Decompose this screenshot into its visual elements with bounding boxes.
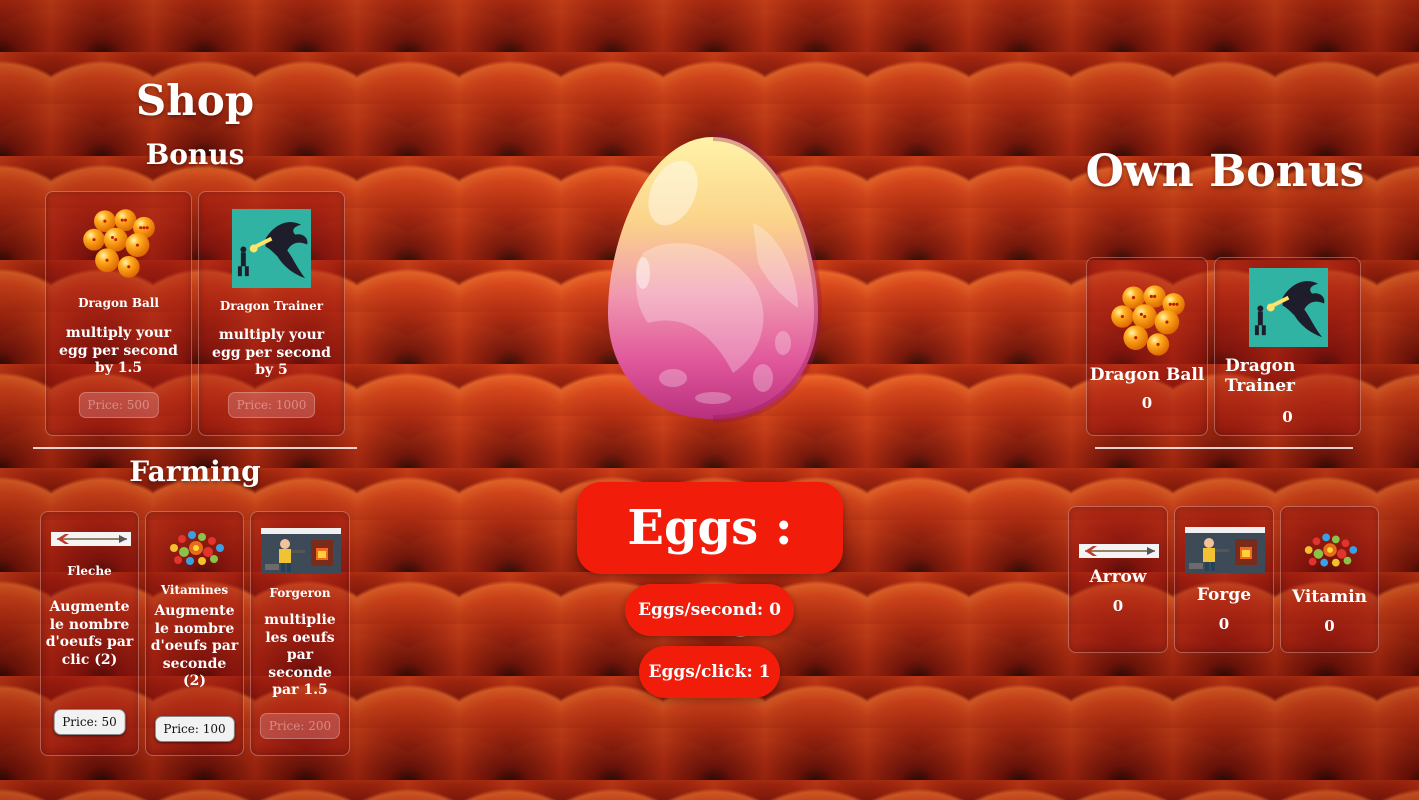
shop-item-name: Fleche	[67, 564, 112, 578]
shop-title: Shop	[135, 76, 255, 125]
shop-item-name: Dragon Ball	[78, 296, 159, 310]
buy-fleche-button[interactable]: Price: 50	[53, 709, 126, 735]
shop-item-name: Forgeron	[269, 586, 331, 600]
shop-item-description: Augmente le nombre d'oeufs par seconde (…	[150, 603, 239, 689]
own-card-vitamin: Vitamin 0	[1280, 506, 1379, 653]
shop-card-fleche[interactable]: Fleche Augmente le nombre d'oeufs par cl…	[40, 511, 139, 756]
own-item-count: 0	[1112, 597, 1124, 615]
buy-vitamines-button[interactable]: Price: 100	[154, 716, 235, 742]
own-card-dragon-trainer: Dragon Trainer 0	[1214, 257, 1361, 436]
own-item-count: 0	[1218, 615, 1230, 633]
bonus-heading: Bonus	[145, 138, 245, 171]
own-card-dragon-ball: Dragon Ball 0	[1086, 257, 1208, 436]
shop-item-name: Dragon Trainer	[219, 299, 324, 313]
dragon-ball-icon	[1111, 285, 1185, 356]
arrow-icon	[1079, 544, 1159, 558]
own-item-count: 0	[1282, 408, 1293, 426]
buy-forgeron-button[interactable]: Price: 200	[259, 713, 341, 739]
eggs-counter: Eggs : 119	[577, 482, 843, 648]
eggs-per-second: Eggs/second: 0	[625, 584, 794, 636]
farming-heading: Farming	[129, 455, 261, 488]
own-divider	[1095, 447, 1353, 449]
arrow-icon	[51, 532, 131, 546]
shop-divider	[33, 447, 357, 449]
own-bonus-title: Own Bonus	[1085, 146, 1365, 197]
shop-card-dragon-trainer[interactable]: Dragon Trainer multiply your egg per sec…	[198, 191, 345, 436]
own-item-name: Dragon Ball	[1089, 365, 1205, 385]
dragon-trainer-icon	[232, 209, 311, 288]
own-card-forge: Forge 0	[1174, 506, 1274, 653]
dragon-trainer-icon	[1249, 268, 1328, 347]
shop-item-description: Augmente le nombre d'oeufs par clic (2)	[45, 599, 134, 668]
shop-card-dragon-ball[interactable]: Dragon Ball multiply your egg per second…	[45, 191, 192, 436]
own-item-name: Arrow	[1089, 567, 1147, 587]
dragon-ball-icon	[83, 209, 155, 278]
own-item-name: Forge	[1196, 585, 1252, 605]
shop-item-description: multiplie les oeufs par seconde par 1.5	[264, 612, 336, 698]
own-item-count: 0	[1324, 617, 1335, 635]
buy-dragon-trainer-button[interactable]: Price: 1000	[227, 392, 316, 418]
dragon-egg-icon[interactable]	[603, 133, 823, 423]
own-item-name: Dragon Trainer	[1225, 356, 1296, 396]
vitamins-icon	[1304, 533, 1358, 567]
shop-item-description: multiply your egg per second by 1.5	[59, 325, 178, 376]
own-card-arrow: Arrow 0	[1068, 506, 1168, 653]
own-item-count: 0	[1141, 394, 1153, 412]
buy-dragon-ball-button[interactable]: Price: 500	[78, 392, 159, 418]
blacksmith-icon	[261, 528, 341, 574]
eggs-per-click: Eggs/click: 1	[639, 646, 780, 698]
shop-item-name: Vitamines	[160, 583, 229, 597]
forge-icon	[1185, 527, 1265, 573]
vitamins-icon	[170, 531, 224, 565]
shop-item-description: multiply your egg per second by 5	[212, 327, 331, 378]
shop-card-forgeron[interactable]: Forgeron multiplie les oeufs par seconde…	[250, 511, 350, 756]
shop-card-vitamines[interactable]: Vitamines Augmente le nombre d'oeufs par…	[145, 511, 244, 756]
own-item-name: Vitamin	[1291, 587, 1368, 607]
